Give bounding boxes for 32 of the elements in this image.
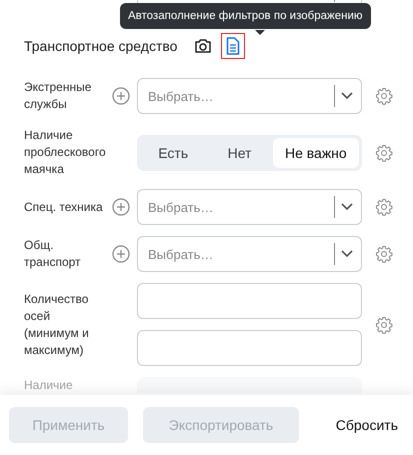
chevron-down-icon [341,203,353,211]
chevron-down-icon [341,92,353,100]
plus-circle-icon[interactable] [112,198,130,216]
settings-icon[interactable] [375,87,393,105]
field-label: Экстренные службы [24,79,92,113]
reset-button[interactable]: Сбросить [330,407,404,443]
field-label: Наличие проблескового маячка [24,127,104,178]
field-label: Количество осей (минимум и максимум) [24,290,90,358]
select-field[interactable]: Выбрать… [137,78,362,114]
settings-icon[interactable] [375,144,393,162]
plus-circle-icon[interactable] [112,87,130,105]
segment-option[interactable]: Нет [206,138,273,168]
settings-icon[interactable] [375,316,393,334]
field-label: Общ. транспорт [24,237,82,271]
settings-icon[interactable] [375,198,393,216]
field-label: Спец. техника [24,198,104,216]
document-button[interactable] [221,33,246,59]
section-title: Транспортное средство [24,38,178,54]
min-input-field[interactable] [137,283,362,319]
select-field[interactable]: Выбрать… [137,189,362,225]
max-input-field[interactable] [137,330,362,366]
plus-circle-icon[interactable] [112,245,130,263]
segment-option[interactable]: Есть [140,138,206,168]
tooltip: Автозаполнение фильтров по изображению [120,3,370,29]
chevron-down-icon [341,250,353,258]
segment-option[interactable]: Не важно [272,138,359,168]
settings-icon[interactable] [375,245,393,263]
document-icon [226,37,240,55]
select-field[interactable]: Выбрать… [137,236,362,272]
field-label: Наличие [24,377,74,393]
tooltip-pointer-icon [255,30,265,35]
camera-icon [194,38,212,54]
